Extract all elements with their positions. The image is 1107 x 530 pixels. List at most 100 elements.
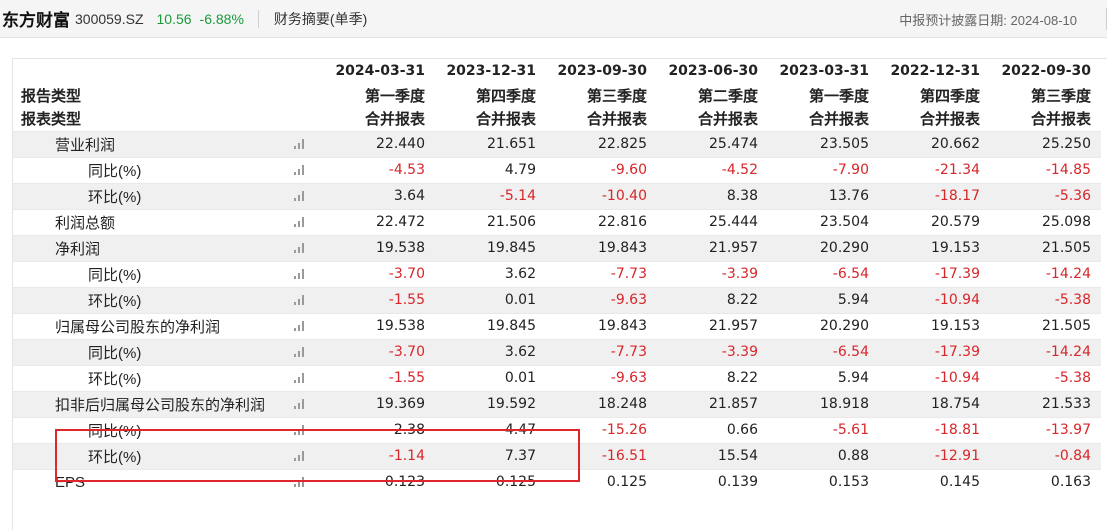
- date-header[interactable]: 2023-03-31: [768, 59, 879, 83]
- date-header[interactable]: 2024-03-31: [324, 59, 435, 83]
- row-label: EPS: [55, 473, 86, 491]
- value-cell: 0.125: [606, 474, 647, 491]
- value-cell: -14.24: [1045, 344, 1091, 360]
- value-cell: 18.918: [820, 396, 869, 412]
- row-chart-cell[interactable]: [292, 313, 324, 339]
- date-header[interactable]: 2023-09-30: [546, 59, 657, 83]
- value-cell: -3.70: [388, 344, 425, 360]
- mini-bar-chart-icon[interactable]: [294, 399, 304, 409]
- table-row[interactable]: 扣非后归属母公司股东的净利润 19.369 19.592 18.248 21.857 18…: [13, 391, 1101, 417]
- date-header[interactable]: 2022-09-30: [990, 59, 1101, 83]
- value-cell: -7.73: [610, 344, 647, 360]
- mini-bar-chart-icon[interactable]: [294, 477, 304, 488]
- value-cell: 3.62: [504, 266, 536, 282]
- mini-bar-chart-icon[interactable]: [294, 295, 304, 305]
- mini-bar-chart-icon[interactable]: [294, 243, 304, 253]
- value-cell: 20.579: [931, 214, 980, 230]
- value-cell: 0.145: [939, 474, 980, 491]
- table-row[interactable]: 同比(%) 2.38 4.47 -15.26 0.66 -5.61 -18.81 -13.97: [13, 417, 1101, 443]
- row-chart-cell[interactable]: [292, 365, 324, 391]
- value-cell: 0.88: [837, 448, 869, 464]
- report-type-cell: 第三季度: [1030, 87, 1091, 105]
- table-row[interactable]: 同比(%) -3.70 3.62 -7.73 -3.39 -6.54 -17.39 -14.2…: [13, 261, 1101, 287]
- mini-bar-chart-icon[interactable]: [294, 347, 304, 357]
- value-cell: 19.843: [598, 318, 647, 334]
- financial-summary-table-container[interactable]: 2024-03-31 2023-12-31 2023-09-30 2023-06…: [12, 58, 1107, 530]
- value-cell: 0.139: [717, 474, 758, 491]
- mini-bar-chart-icon[interactable]: [294, 451, 304, 461]
- value-cell: 19.538: [376, 318, 425, 334]
- mini-bar-chart-icon[interactable]: [294, 191, 304, 201]
- row-chart-cell[interactable]: [292, 235, 324, 261]
- row-chart-cell[interactable]: [292, 209, 324, 235]
- value-cell: -4.52: [721, 162, 758, 178]
- row-chart-cell[interactable]: [292, 261, 324, 287]
- table-row[interactable]: 归属母公司股东的净利润 19.538 19.845 19.843 21.957 20.29…: [13, 313, 1101, 339]
- row-label: 环比(%): [88, 292, 142, 310]
- row-chart-cell[interactable]: [292, 417, 324, 443]
- row-chart-cell[interactable]: [292, 183, 324, 209]
- statement-type-label: 报表类型: [21, 111, 82, 129]
- table-row[interactable]: 营业利润 22.440 21.651 22.825 25.474 23.505 20.662…: [13, 131, 1101, 157]
- table-row[interactable]: 利润总额 22.472 21.506 22.816 25.444 23.504 20.579…: [13, 209, 1101, 235]
- value-cell: 0.163: [1050, 474, 1091, 491]
- row-chart-cell[interactable]: [292, 469, 324, 495]
- value-cell: 21.533: [1042, 396, 1091, 412]
- mini-bar-chart-icon[interactable]: [294, 321, 304, 331]
- row-chart-cell[interactable]: [292, 443, 324, 469]
- value-cell: 20.290: [820, 318, 869, 334]
- row-label: 同比(%): [88, 344, 142, 362]
- row-chart-cell[interactable]: [292, 157, 324, 183]
- value-cell: 21.857: [709, 396, 758, 412]
- disclosure-date: 中报预计披露日期: 2024-08-10: [899, 13, 1077, 28]
- report-type-cell: 第四季度: [919, 87, 980, 105]
- value-cell: -18.17: [934, 188, 980, 204]
- value-cell: -13.97: [1045, 422, 1091, 438]
- date-header[interactable]: 2022-12-31: [879, 59, 990, 83]
- value-cell: 2.38: [393, 422, 425, 438]
- value-cell: -3.70: [388, 266, 425, 282]
- mini-bar-chart-icon[interactable]: [294, 165, 304, 175]
- value-cell: -6.54: [832, 266, 869, 282]
- table-row[interactable]: 同比(%) -4.53 4.79 -9.60 -4.52 -7.90 -21.34 -14.8…: [13, 157, 1101, 183]
- report-type-label: 报告类型: [21, 87, 82, 105]
- value-cell: -0.84: [1054, 448, 1091, 464]
- value-cell: -5.38: [1054, 292, 1091, 308]
- value-cell: -14.24: [1045, 266, 1091, 282]
- mini-bar-chart-icon[interactable]: [294, 217, 304, 227]
- table-row[interactable]: EPS 0.123 0.125 0.125 0.139 0.153 0.145 0.163: [13, 469, 1101, 495]
- row-label: 同比(%): [88, 422, 142, 440]
- value-cell: -21.34: [934, 162, 980, 178]
- mini-bar-chart-icon[interactable]: [294, 269, 304, 279]
- table-row[interactable]: 环比(%) -1.14 7.37 -16.51 15.54 0.88 -12.91 -0.84: [13, 443, 1101, 469]
- statement-type-cell: 合并报表: [475, 111, 536, 129]
- row-chart-cell[interactable]: [292, 339, 324, 365]
- row-chart-cell[interactable]: [292, 131, 324, 157]
- table-row[interactable]: 同比(%) -3.70 3.62 -7.73 -3.39 -6.54 -17.39 -14.2…: [13, 339, 1101, 365]
- value-cell: 3.62: [504, 344, 536, 360]
- value-cell: 21.506: [487, 214, 536, 230]
- mini-bar-chart-icon[interactable]: [294, 425, 304, 435]
- statement-type-cell: 合并报表: [1030, 111, 1091, 129]
- stock-code: 300059.SZ: [75, 10, 144, 27]
- value-cell: 22.472: [376, 214, 425, 230]
- table-row[interactable]: 净利润 19.538 19.845 19.843 21.957 20.290 19.153 2…: [13, 235, 1101, 261]
- mini-bar-chart-icon[interactable]: [294, 373, 304, 383]
- statement-type-cell: 合并报表: [808, 111, 869, 129]
- date-header[interactable]: 2023-12-31: [435, 59, 546, 83]
- value-cell: 25.098: [1042, 214, 1091, 230]
- mini-bar-chart-icon[interactable]: [294, 139, 304, 149]
- table-row[interactable]: 环比(%) 3.64 -5.14 -10.40 8.38 13.76 -18.17 -5.36: [13, 183, 1101, 209]
- table-row[interactable]: 环比(%) -1.55 0.01 -9.63 8.22 5.94 -10.94 -5.38: [13, 365, 1101, 391]
- row-chart-cell[interactable]: [292, 287, 324, 313]
- row-chart-cell[interactable]: [292, 391, 324, 417]
- stock-change-percent: -6.88%: [199, 10, 244, 27]
- report-type-cell: 第一季度: [364, 87, 425, 105]
- value-cell: 23.505: [820, 136, 869, 152]
- value-cell: 8.22: [726, 292, 758, 308]
- value-cell: 21.505: [1042, 318, 1091, 334]
- financial-summary-table: 2024-03-31 2023-12-31 2023-09-30 2023-06…: [13, 59, 1101, 495]
- row-label: 同比(%): [88, 162, 142, 180]
- table-row[interactable]: 环比(%) -1.55 0.01 -9.63 8.22 5.94 -10.94 -5.38: [13, 287, 1101, 313]
- date-header[interactable]: 2023-06-30: [657, 59, 768, 83]
